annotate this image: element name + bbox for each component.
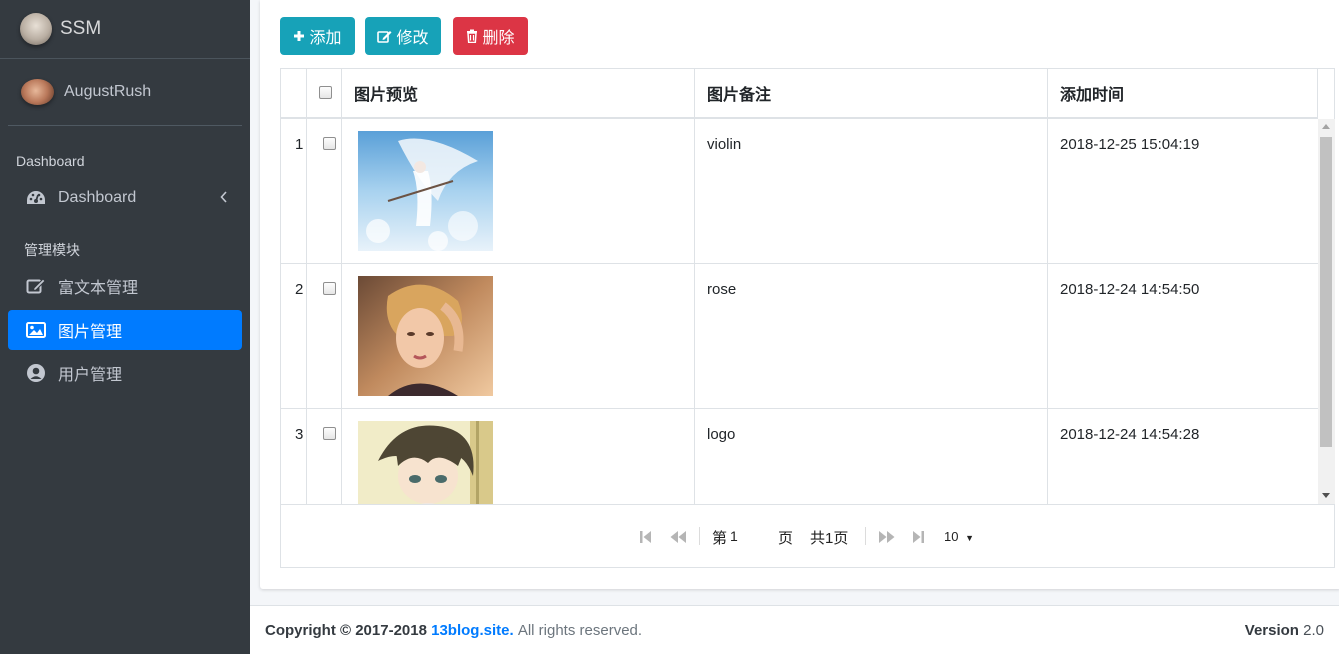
- total-pages: 共1页: [810, 530, 849, 547]
- page-label-prefix: 第: [712, 530, 728, 547]
- footer: Copyright © 2017-2018 13blog.site. All r…: [250, 605, 1339, 654]
- column-header-note[interactable]: 图片备注: [707, 69, 771, 117]
- table-body[interactable]: 1 violin 2018-12-25 15:04:19 2 rose 2018…: [281, 119, 1318, 504]
- image-time: 2018-12-24 14:54:28: [1060, 426, 1200, 443]
- sidebar-item-users[interactable]: 用户管理: [8, 353, 242, 393]
- footer-copyright: Copyright © 2017-2018: [265, 621, 427, 639]
- pager-separator: [865, 527, 866, 545]
- pager-separator: [699, 527, 700, 545]
- row-index: 2: [295, 281, 304, 298]
- caret-down-icon: ▼: [965, 533, 975, 543]
- chevron-left-icon: [220, 190, 228, 208]
- avatar: [21, 79, 54, 105]
- user-name[interactable]: AugustRush: [64, 83, 151, 101]
- images-card: 添加 修改 删除 图片预览 图片备注 添加时间 1 violin 2018-12…: [260, 0, 1339, 589]
- delete-button-label: 删除: [482, 30, 515, 47]
- table-scrollbar[interactable]: [1318, 119, 1335, 504]
- page-size-value: 10: [944, 529, 959, 544]
- image-note: violin: [707, 136, 742, 153]
- sidebar-item-richtext[interactable]: 富文本管理: [8, 266, 242, 306]
- page-size-select[interactable]: 10 ▼: [944, 529, 974, 544]
- footer-rights: All rights reserved.: [517, 621, 643, 639]
- next-page-icon[interactable]: [878, 530, 896, 547]
- delete-button[interactable]: 删除: [453, 17, 528, 55]
- image-note: rose: [707, 281, 737, 298]
- brand-name: SSM: [60, 18, 102, 39]
- scrollbar-thumb[interactable]: [1320, 137, 1332, 447]
- first-page-icon[interactable]: [639, 530, 653, 547]
- footer-site-link[interactable]: 13blog.site.: [431, 622, 514, 639]
- sidebar-item-label: 用户管理: [58, 367, 123, 384]
- previous-page-icon[interactable]: [669, 530, 687, 547]
- page-label-suffix: 页: [778, 530, 794, 547]
- table-row[interactable]: 3 logo 2018-12-24 14:54:28: [281, 409, 1318, 504]
- row-index: 3: [295, 426, 304, 443]
- row-checkbox[interactable]: [323, 137, 336, 150]
- row-checkbox[interactable]: [323, 282, 336, 295]
- column-header-preview[interactable]: 图片预览: [354, 69, 418, 117]
- brand-logo: [20, 13, 52, 45]
- version-value: 2.0: [1303, 621, 1324, 639]
- row-checkbox[interactable]: [323, 427, 336, 440]
- trash-icon: [467, 29, 478, 43]
- select-all-checkbox[interactable]: [319, 86, 332, 99]
- last-page-icon[interactable]: [911, 530, 925, 547]
- image-note: logo: [707, 426, 736, 443]
- edit-icon: [26, 276, 46, 296]
- sidebar-item-label: Dashboard: [58, 189, 137, 206]
- image-time: 2018-12-24 14:54:50: [1060, 281, 1200, 298]
- edit-button[interactable]: 修改: [365, 17, 441, 55]
- user-panel[interactable]: AugustRush: [8, 59, 242, 126]
- add-button-label: 添加: [309, 30, 342, 47]
- tachometer-icon: [26, 188, 46, 208]
- table-header: 图片预览 图片备注 添加时间: [281, 69, 1318, 119]
- page-number-input[interactable]: 1: [730, 528, 738, 544]
- nav-header-dashboard: Dashboard: [16, 153, 85, 169]
- row-index: 1: [295, 136, 304, 153]
- column-header-time[interactable]: 添加时间: [1060, 69, 1124, 117]
- sidebar-item-label: 图片管理: [58, 324, 123, 341]
- image-preview-rose[interactable]: [358, 276, 493, 396]
- edit-icon: [377, 31, 392, 43]
- sidebar: SSM AugustRush Dashboard Dashboard 管理模块 …: [0, 0, 250, 654]
- sidebar-item-images[interactable]: 图片管理: [8, 310, 242, 350]
- image-time: 2018-12-25 15:04:19: [1060, 136, 1200, 153]
- sidebar-item-dashboard[interactable]: Dashboard: [8, 178, 242, 218]
- scroll-up-arrow-icon[interactable]: [1322, 124, 1330, 129]
- table-row[interactable]: 1 violin 2018-12-25 15:04:19: [281, 119, 1318, 264]
- footer-version: Version 2.0: [1245, 622, 1324, 639]
- sidebar-item-label: 富文本管理: [58, 280, 139, 297]
- add-button[interactable]: 添加: [280, 17, 355, 55]
- version-label: Version: [1244, 621, 1299, 639]
- image-preview-violin[interactable]: [358, 131, 493, 251]
- table-row[interactable]: 2 rose 2018-12-24 14:54:50: [281, 264, 1318, 409]
- pagination: 第 1 页 共1页 10 ▼: [281, 504, 1334, 567]
- image-preview-logo[interactable]: [358, 421, 493, 504]
- plus-icon: [294, 31, 305, 41]
- main-content: 添加 修改 删除 图片预览 图片备注 添加时间 1 violin 2018-12…: [250, 0, 1339, 654]
- edit-button-label: 修改: [396, 30, 429, 47]
- nav-header-modules: 管理模块: [24, 242, 80, 258]
- user-circle-icon: [26, 363, 46, 383]
- image-table: 图片预览 图片备注 添加时间 1 violin 2018-12-25 15:04…: [280, 68, 1335, 568]
- brand-link[interactable]: SSM: [0, 0, 250, 59]
- scroll-down-arrow-icon[interactable]: [1322, 493, 1330, 498]
- image-icon: [26, 320, 46, 340]
